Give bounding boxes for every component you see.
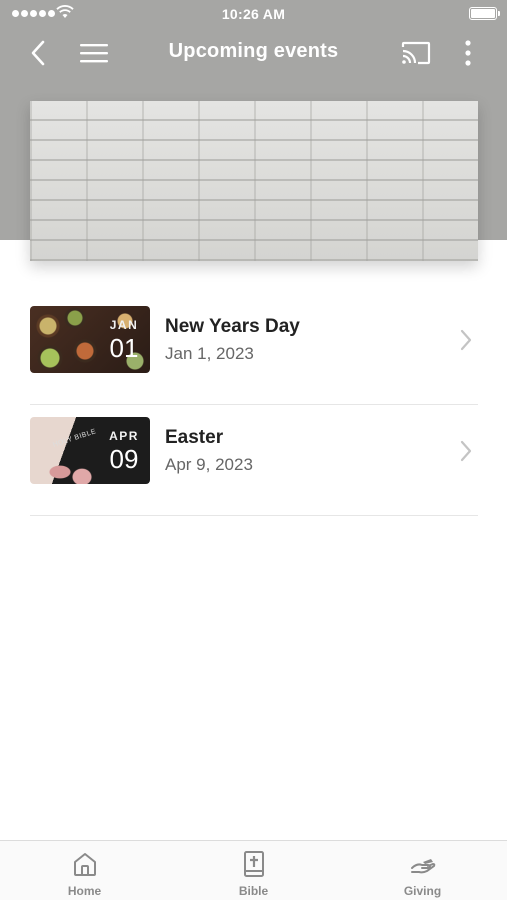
event-date: Apr 9, 2023 (165, 455, 253, 474)
event-name: Easter (165, 427, 224, 448)
status-bar: 10:26 AM (0, 0, 507, 28)
event-name: New Years Day (165, 316, 300, 337)
chevron-right-icon (460, 329, 472, 351)
tab-home[interactable]: Home (0, 841, 169, 900)
event-month: JAN (109, 318, 139, 332)
more-vertical-icon (465, 40, 471, 66)
event-date-badge: APR 09 (98, 417, 150, 484)
cast-icon (401, 41, 431, 65)
top-navigation-bar: Upcoming events (0, 28, 507, 78)
battery-icon (469, 7, 500, 20)
cast-button[interactable] (396, 28, 436, 78)
bible-icon (243, 851, 264, 877)
event-list-item[interactable]: JAN 01 New Years Day Jan 1, 2023 (30, 294, 478, 405)
tab-label: Bible (238, 884, 269, 898)
tab-label: Home (67, 884, 102, 898)
status-time: 10:26 AM (221, 6, 286, 22)
home-icon (73, 853, 96, 876)
event-thumbnail: HOLY BIBLE APR 09 (30, 417, 150, 484)
event-day: 01 (109, 333, 139, 363)
banner-image (30, 101, 478, 261)
event-date-badge: JAN 01 (98, 306, 150, 373)
events-list: JAN 01 New Years Day Jan 1, 2023 HOLY BI… (30, 294, 478, 516)
event-list-item[interactable]: HOLY BIBLE APR 09 Easter Apr 9, 2023 (30, 405, 478, 516)
chevron-right-icon (460, 440, 472, 462)
tab-label: Giving (403, 884, 442, 898)
event-day: 09 (109, 444, 139, 474)
tab-giving[interactable]: Giving (338, 841, 507, 900)
event-month: APR (109, 429, 139, 443)
bible-cover-text: HOLY BIBLE (52, 428, 98, 449)
tab-bible[interactable]: Bible (169, 841, 338, 900)
more-options-button[interactable] (452, 28, 484, 78)
event-date: Jan 1, 2023 (165, 344, 254, 363)
event-thumbnail: JAN 01 (30, 306, 150, 373)
bottom-tab-bar: Home Bible Giving (0, 840, 507, 900)
giving-icon (410, 859, 435, 874)
